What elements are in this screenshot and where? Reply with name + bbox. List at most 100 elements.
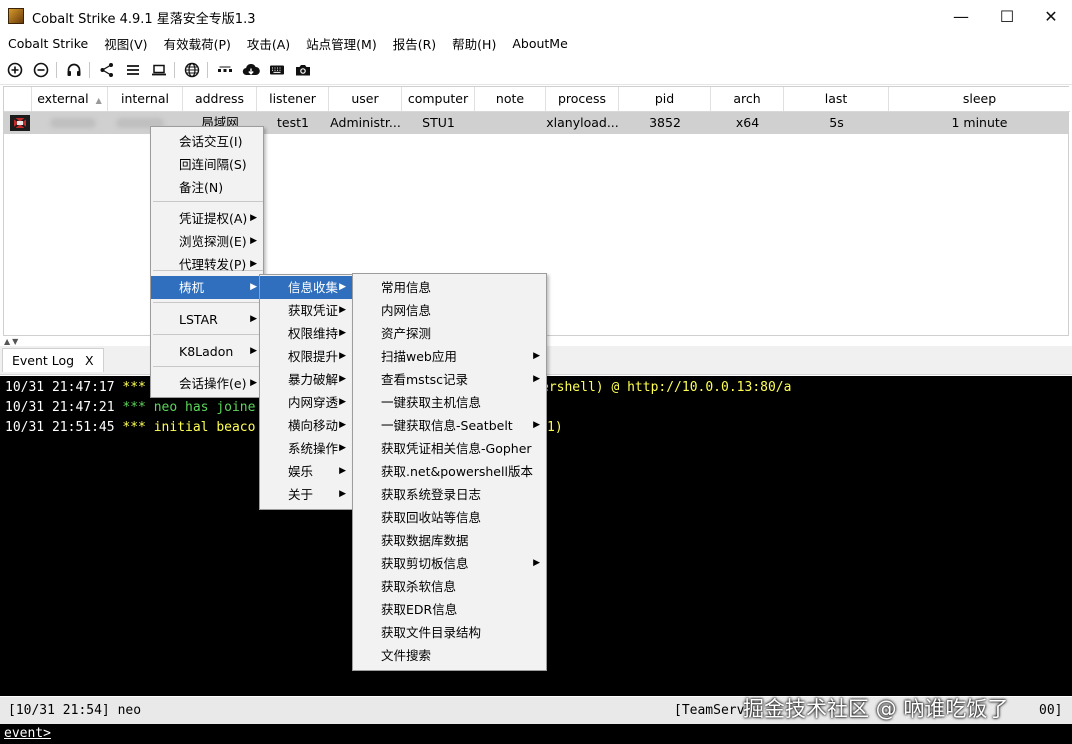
splitter-arrows-icon[interactable]: ▲▼ <box>4 337 20 346</box>
taowu-submenu-item-label: 横向移动 <box>288 418 339 433</box>
context-menu-item[interactable]: 代理转发(P) ▶ <box>151 253 263 276</box>
share-icon[interactable] <box>97 60 117 80</box>
taowu-submenu-item[interactable]: 暴力破解 ▶ <box>260 368 352 391</box>
context-menu-item[interactable]: 凭证提权(A) ▶ <box>151 207 263 230</box>
info-collect-submenu-item[interactable]: 获取回收站等信息 <box>353 506 546 529</box>
context-menu-item[interactable]: K8Ladon ▶ <box>151 340 263 363</box>
info-collect-submenu-item[interactable]: 内网信息 <box>353 299 546 322</box>
column-header-internal[interactable]: internal <box>108 87 183 111</box>
context-menu-item-label: 代理转发(P) <box>179 257 247 272</box>
taowu-submenu-item[interactable]: 横向移动 ▶ <box>260 414 352 437</box>
info-collect-submenu-item[interactable]: 查看mstsc记录 ▶ <box>353 368 546 391</box>
tab-close-icon[interactable]: X <box>85 353 94 368</box>
maximize-button[interactable]: ☐ <box>984 0 1030 32</box>
context-menu-item[interactable]: 会话操作(e) ▶ <box>151 372 263 395</box>
column-header-pid[interactable]: pid <box>619 87 711 111</box>
tab-event-log-label: Event Log <box>12 353 75 368</box>
info-collect-submenu-item[interactable]: 获取.net&powershell版本 <box>353 460 546 483</box>
context-menu-item[interactable]: 浏览探测(E) ▶ <box>151 230 263 253</box>
tab-event-log[interactable]: Event Log X <box>2 348 104 372</box>
context-menu-item[interactable]: LSTAR ▶ <box>151 308 263 331</box>
camera-icon[interactable] <box>293 60 313 80</box>
sort-asc-icon: ▲ <box>95 96 102 105</box>
column-header-address[interactable]: address <box>183 87 257 111</box>
menu-separator <box>153 201 263 202</box>
menu-view[interactable]: 视图(V) <box>96 34 155 53</box>
info-collect-submenu-item[interactable]: 文件搜索 <box>353 644 546 667</box>
cell-note <box>475 112 546 134</box>
column-header-external[interactable]: external ▲ <box>32 87 108 111</box>
add-icon[interactable] <box>5 60 25 80</box>
context-menu-item-label: 会话交互(I) <box>179 134 243 149</box>
info-collect-submenu-item[interactable]: 一键获取主机信息 <box>353 391 546 414</box>
menu-cobalt-strike[interactable]: Cobalt Strike <box>0 36 96 51</box>
menu-help[interactable]: 帮助(H) <box>444 34 504 53</box>
laptop-icon[interactable] <box>149 60 169 80</box>
keyboard-icon[interactable] <box>267 60 287 80</box>
column-header-arch[interactable]: arch <box>711 87 784 111</box>
info-collect-submenu-item[interactable]: 获取文件目录结构 <box>353 621 546 644</box>
info-collect-submenu-item-label: 获取数据库数据 <box>381 533 469 548</box>
menu-reporting[interactable]: 报告(R) <box>385 34 444 53</box>
info-collect-submenu-item[interactable]: 获取EDR信息 <box>353 598 546 621</box>
console-line-tail: ershell) @ http://10.0.0.13:80/a <box>541 380 792 395</box>
menu-attacks[interactable]: 攻击(A) <box>239 34 298 53</box>
info-collect-submenu-item[interactable]: 获取数据库数据 <box>353 529 546 552</box>
taowu-submenu-item[interactable]: 娱乐 ▶ <box>260 460 352 483</box>
column-header-last[interactable]: last <box>784 87 889 111</box>
dots-icon[interactable] <box>215 60 235 80</box>
menu-aboutme[interactable]: AboutMe <box>504 36 575 51</box>
context-menu-item[interactable]: 回连间隔(S) <box>151 153 263 176</box>
globe-icon[interactable] <box>182 60 202 80</box>
headphones-icon[interactable] <box>64 60 84 80</box>
column-header-user[interactable]: user <box>329 87 402 111</box>
taowu-submenu-item[interactable]: 权限维持 ▶ <box>260 322 352 345</box>
menu-site-management[interactable]: 站点管理(M) <box>298 34 385 53</box>
taowu-submenu-item[interactable]: 获取凭证 ▶ <box>260 299 352 322</box>
context-menu-item[interactable]: 会话交互(I) <box>151 130 263 153</box>
column-header-listener[interactable]: listener <box>257 87 329 111</box>
console-input[interactable]: event> <box>0 724 1072 744</box>
context-menu-item[interactable]: 备注(N) <box>151 176 263 199</box>
column-header-icon[interactable] <box>4 87 32 111</box>
menu-separator <box>153 302 263 303</box>
taowu-submenu-item[interactable]: 信息收集 ▶ <box>260 276 352 299</box>
app-icon <box>8 8 24 24</box>
list-icon[interactable] <box>123 60 143 80</box>
column-header-computer[interactable]: computer <box>402 87 475 111</box>
status-right-suffix: 00] <box>1039 703 1063 718</box>
info-collect-submenu-item[interactable]: 获取杀软信息 <box>353 575 546 598</box>
info-collect-submenu-item-label: 获取文件目录结构 <box>381 625 482 640</box>
menu-payloads[interactable]: 有效载荷(P) <box>156 34 239 53</box>
minimize-button[interactable]: — <box>938 0 984 32</box>
info-collect-submenu-item[interactable]: 获取系统登录日志 <box>353 483 546 506</box>
info-collect-submenu-item[interactable]: 获取凭证相关信息-Gopher <box>353 437 546 460</box>
chevron-right-icon: ▶ <box>250 236 257 246</box>
taowu-submenu-item-label: 权限维持 <box>288 326 339 341</box>
context-menu-item[interactable]: 梼杌 ▶ <box>151 276 263 299</box>
info-collect-submenu-item[interactable]: 扫描web应用 ▶ <box>353 345 546 368</box>
info-collect-submenu-item[interactable]: 资产探测 <box>353 322 546 345</box>
info-collect-submenu-item-label: 常用信息 <box>381 280 432 295</box>
info-collect-submenu: 常用信息内网信息 资产探测 扫描web应用 ▶ 查看mstsc记录 ▶ 一键获取主机信息 一键… <box>352 273 547 671</box>
info-collect-submenu-item[interactable]: 获取剪切板信息 ▶ <box>353 552 546 575</box>
info-collect-submenu-item[interactable]: 常用信息 <box>353 276 546 299</box>
column-header-sleep[interactable]: sleep <box>889 87 1070 111</box>
taowu-submenu-item[interactable]: 权限提升 ▶ <box>260 345 352 368</box>
taowu-submenu-item[interactable]: 系统操作 ▶ <box>260 437 352 460</box>
taowu-submenu-item[interactable]: 内网穿透 ▶ <box>260 391 352 414</box>
chevron-right-icon: ▶ <box>533 558 540 568</box>
column-header-process[interactable]: process <box>546 87 619 111</box>
taowu-submenu-item[interactable]: 关于 ▶ <box>260 483 352 506</box>
chevron-right-icon: ▶ <box>339 282 346 292</box>
close-button[interactable]: ✕ <box>1028 0 1072 32</box>
beacon-session-icon <box>10 115 30 131</box>
status-right-prefix: [TeamServ <box>674 703 745 718</box>
taowu-submenu-item-label: 内网穿透 <box>288 395 339 410</box>
cloud-download-icon[interactable] <box>241 60 261 80</box>
chevron-right-icon: ▶ <box>533 374 540 384</box>
info-collect-submenu-item[interactable]: 一键获取信息-Seatbelt ▶ <box>353 414 546 437</box>
remove-icon[interactable] <box>31 60 51 80</box>
info-collect-submenu-item-label: 获取凭证相关信息-Gopher <box>381 441 532 456</box>
column-header-note[interactable]: note <box>475 87 546 111</box>
